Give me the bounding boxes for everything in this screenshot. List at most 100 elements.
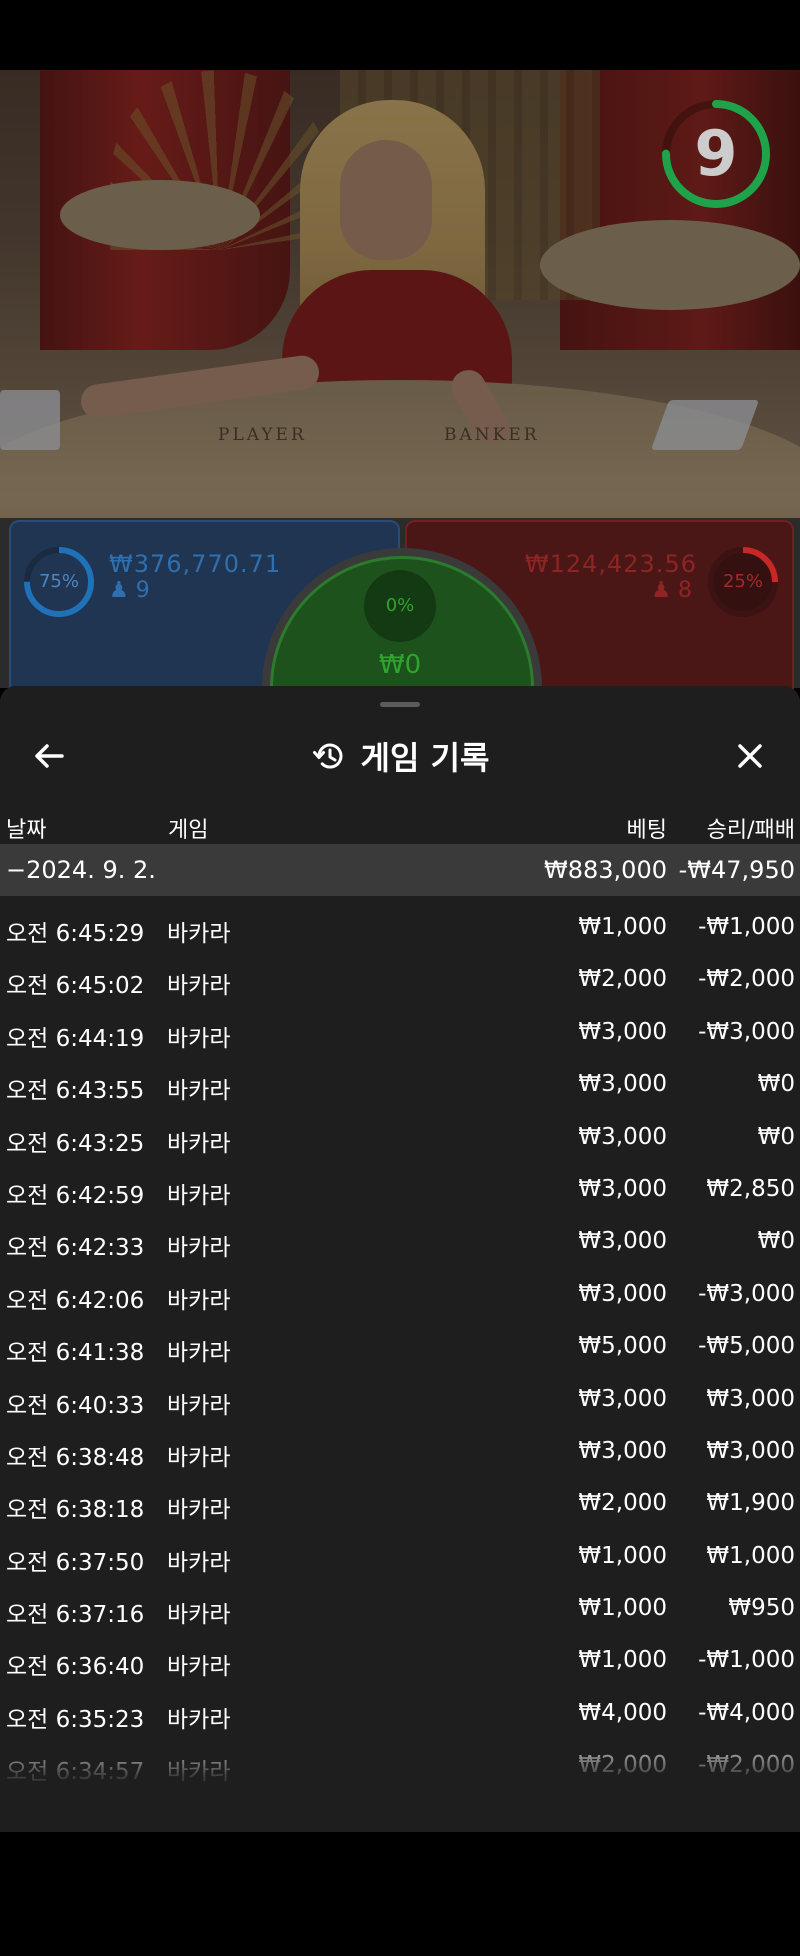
history-row[interactable]: 오전 6:45:02 바카라 ₩2,000 -₩2,000 (0, 948, 800, 1000)
date-group-row[interactable]: −2024. 9. 2. ₩883,000 -₩47,950 (0, 844, 800, 896)
history-row[interactable]: 오전 6:42:33 바카라 ₩3,000 ₩0 (0, 1210, 800, 1262)
player-bet-amount: ₩376,770.71 (109, 550, 282, 578)
row-bet: ₩3,000 (578, 1071, 667, 1098)
row-bet: ₩3,000 (578, 1385, 667, 1412)
player-bettor-count: ♟ 9 (109, 578, 150, 603)
row-time: 오전 6:35:23 (6, 1706, 145, 1733)
history-row[interactable]: 오전 6:36:40 바카라 ₩1,000 -₩1,000 (0, 1629, 800, 1681)
history-row[interactable]: 오전 6:43:55 바카라 ₩3,000 ₩0 (0, 1053, 800, 1105)
table-header: 날짜 게임 베팅 승리/패배 (0, 804, 800, 844)
row-result: ₩3,000 (706, 1385, 795, 1412)
tie-percent: 0% (385, 595, 415, 616)
column-header-game: 게임 (168, 818, 209, 843)
history-row[interactable]: 오전 6:42:06 바카라 ₩3,000 -₩3,000 (0, 1263, 800, 1315)
row-result: -₩4,000 (698, 1699, 795, 1726)
history-row[interactable]: 오전 6:45:29 바카라 ₩1,000 -₩1,000 (0, 896, 800, 948)
user-icon: ♟ (109, 578, 129, 603)
row-time: 오전 6:36:40 (6, 1654, 145, 1681)
row-result: ₩1,900 (706, 1490, 795, 1517)
row-game: 바카라 (167, 1602, 231, 1629)
row-time: 오전 6:41:38 (6, 1340, 145, 1367)
row-result: -₩5,000 (698, 1333, 795, 1360)
row-result: -₩3,000 (698, 1018, 795, 1045)
row-game: 바카라 (167, 1340, 231, 1367)
sheet-drag-handle[interactable] (380, 702, 420, 707)
history-row[interactable]: 오전 6:42:59 바카라 ₩3,000 ₩2,850 (0, 1158, 800, 1210)
row-bet: ₩1,000 (578, 1542, 667, 1569)
game-history-sheet: 게임 기록 날짜 게임 베팅 승리/패배 −2024. 9. 2. ₩883,0… (0, 686, 800, 1832)
date-group-label: −2024. 9. 2. (6, 856, 156, 884)
date-group-bet-total: ₩883,000 (544, 856, 667, 884)
row-result: -₩1,000 (698, 1647, 795, 1674)
back-button[interactable] (28, 734, 72, 778)
history-row[interactable]: 오전 6:35:23 바카라 ₩4,000 -₩4,000 (0, 1682, 800, 1734)
row-game: 바카라 (167, 1549, 231, 1576)
countdown-timer: 9 (660, 98, 772, 210)
row-game: 바카라 (167, 1654, 231, 1681)
row-result: -₩3,000 (698, 1280, 795, 1307)
row-result: ₩0 (757, 1123, 795, 1150)
player-percent-ring: 75% (23, 546, 95, 618)
row-bet: ₩1,000 (578, 914, 667, 940)
row-game: 바카라 (167, 1025, 231, 1052)
row-time: 오전 6:43:55 (6, 1078, 145, 1105)
player-percent: 75% (38, 571, 79, 592)
history-row[interactable]: 오전 6:37:50 바카라 ₩1,000 ₩1,000 (0, 1525, 800, 1577)
row-time: 오전 6:42:33 (6, 1235, 145, 1262)
row-game: 바카라 (167, 1444, 231, 1471)
history-row[interactable]: 오전 6:40:33 바카라 ₩3,000 ₩3,000 (0, 1368, 800, 1420)
row-bet: ₩5,000 (578, 1333, 667, 1360)
row-bet: ₩1,000 (578, 1595, 667, 1622)
column-header-date: 날짜 (6, 818, 47, 843)
history-row[interactable]: 오전 6:41:38 바카라 ₩5,000 -₩5,000 (0, 1315, 800, 1367)
row-time: 오전 6:43:25 (6, 1130, 145, 1157)
row-time: 오전 6:42:59 (6, 1182, 145, 1209)
row-result: ₩0 (757, 1071, 795, 1098)
arrow-left-icon (35, 744, 64, 768)
column-header-bet: 베팅 (626, 818, 667, 843)
row-time: 오전 6:42:06 (6, 1287, 145, 1314)
column-header-result: 승리/패배 (706, 818, 795, 843)
row-bet: ₩3,000 (578, 1018, 667, 1045)
row-time: 오전 6:38:18 (6, 1497, 145, 1524)
history-row[interactable]: 오전 6:38:18 바카라 ₩2,000 ₩1,900 (0, 1472, 800, 1524)
row-result: ₩3,000 (706, 1437, 795, 1464)
row-game: 바카라 (167, 1235, 231, 1262)
row-bet: ₩3,000 (578, 1437, 667, 1464)
date-group-result-total: -₩47,950 (678, 856, 795, 884)
row-game: 바카라 (167, 1287, 231, 1314)
row-bet: ₩2,000 (578, 1490, 667, 1517)
history-row[interactable]: 오전 6:43:25 바카라 ₩3,000 ₩0 (0, 1106, 800, 1158)
row-game: 바카라 (167, 1078, 231, 1105)
history-row[interactable]: 오전 6:37:16 바카라 ₩1,000 ₩950 (0, 1577, 800, 1629)
row-time: 오전 6:37:50 (6, 1549, 145, 1576)
banker-bet-amount: ₩124,423.56 (524, 550, 697, 578)
row-bet: ₩2,000 (578, 966, 667, 993)
row-result: -₩1,000 (698, 914, 795, 940)
sheet-header: 게임 기록 (0, 726, 800, 786)
history-row[interactable]: 오전 6:44:19 바카라 ₩3,000 -₩3,000 (0, 1001, 800, 1053)
banker-bettor-count: ♟ 8 (651, 578, 692, 603)
row-game: 바카라 (167, 1130, 231, 1157)
row-time: 오전 6:40:33 (6, 1392, 145, 1419)
row-result: ₩950 (728, 1595, 795, 1622)
row-result: ₩2,850 (706, 1175, 795, 1202)
banker-percent: 25% (722, 571, 763, 592)
row-bet: ₩3,000 (578, 1280, 667, 1307)
row-game: 바카라 (167, 1392, 231, 1419)
row-game: 바카라 (167, 1706, 231, 1733)
row-bet: ₩1,000 (578, 1647, 667, 1674)
row-result: ₩0 (757, 1228, 795, 1255)
row-time: 오전 6:37:16 (6, 1602, 145, 1629)
history-row[interactable]: 오전 6:38:48 바카라 ₩3,000 ₩3,000 (0, 1420, 800, 1472)
close-button[interactable] (728, 734, 772, 778)
row-game: 바카라 (167, 1182, 231, 1209)
user-icon: ♟ (651, 578, 671, 603)
row-bet: ₩3,000 (578, 1175, 667, 1202)
row-result: ₩1,000 (706, 1542, 795, 1569)
history-icon (312, 743, 342, 769)
row-result: -₩2,000 (698, 966, 795, 993)
row-bet: ₩3,000 (578, 1123, 667, 1150)
row-time: 오전 6:45:29 (6, 921, 145, 947)
row-game: 바카라 (167, 973, 231, 1000)
